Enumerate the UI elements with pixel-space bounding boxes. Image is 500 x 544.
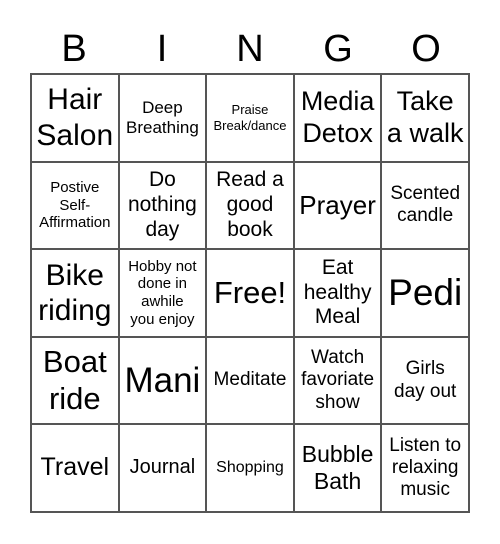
bingo-cell[interactable]: Bubble Bath [293, 424, 382, 512]
bingo-cell[interactable]: Scented candle [381, 161, 469, 250]
bingo-cell[interactable]: Hobby not done in awhile you enjoy [118, 249, 207, 337]
bingo-cell[interactable]: Media Detox [293, 74, 382, 162]
bingo-cell[interactable]: Watch favoriate show [293, 336, 382, 425]
header-letter: O [411, 28, 441, 70]
bingo-cell[interactable]: Postive Self- Affirmation [31, 161, 119, 250]
header-letter: G [323, 28, 353, 70]
bingo-cell[interactable]: Free! [206, 249, 294, 337]
bingo-cell[interactable]: Praise Break/dance [206, 74, 294, 162]
bingo-cell[interactable]: Do nothing day [118, 161, 207, 250]
bingo-cell[interactable]: Boat ride [31, 336, 119, 425]
bingo-cell[interactable]: Pedi [381, 249, 469, 337]
bingo-cell[interactable]: Mani [118, 336, 207, 425]
header-letter: N [236, 28, 264, 70]
bingo-cell[interactable]: Deep Breathing [118, 74, 207, 162]
bingo-cell[interactable]: Bike riding [31, 249, 119, 337]
bingo-cell[interactable]: Hair Salon [31, 74, 119, 162]
bingo-cell[interactable]: Meditate [206, 336, 294, 425]
header-letter: B [61, 28, 87, 70]
bingo-cell[interactable]: Read a good book [206, 161, 294, 250]
bingo-grid: Hair Salon Deep Breathing Praise Break/dan… [30, 73, 470, 513]
bingo-cell[interactable]: Girls day out [381, 336, 469, 425]
header-letter: I [156, 28, 168, 70]
bingo-cell[interactable]: Eat healthy Meal [293, 249, 382, 337]
bingo-cell[interactable]: Listen to relaxing music [381, 424, 469, 512]
bingo-header: BINGO [30, 26, 470, 72]
bingo-cell[interactable]: Take a walk [381, 74, 469, 162]
bingo-cell[interactable]: Travel [31, 424, 119, 512]
bingo-cell[interactable]: Journal [118, 424, 207, 512]
bingo-cell[interactable]: Prayer [293, 161, 382, 250]
bingo-cell[interactable]: Shopping [206, 424, 294, 512]
